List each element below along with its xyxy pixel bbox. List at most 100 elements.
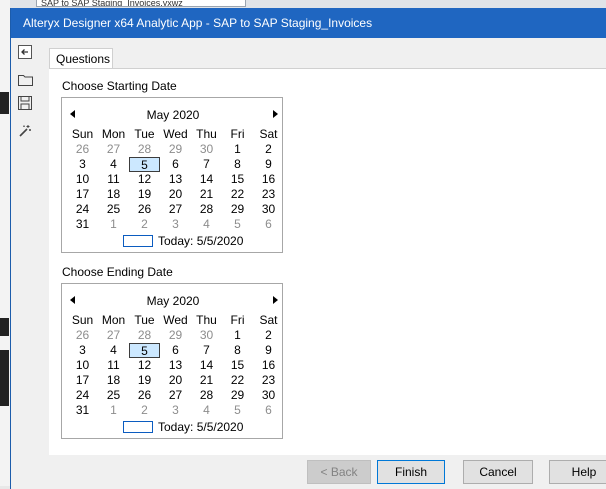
calendar-day[interactable]: 16 — [253, 358, 284, 373]
calendar-day[interactable]: 20 — [160, 187, 191, 202]
calendar-day[interactable]: 14 — [191, 172, 222, 187]
calendar-day-other-month[interactable]: 2 — [129, 403, 160, 418]
save-icon[interactable] — [16, 94, 34, 112]
calendar-day[interactable]: 13 — [160, 172, 191, 187]
calendar-day[interactable]: 4 — [98, 157, 129, 172]
finish-button[interactable]: Finish — [377, 460, 445, 484]
calendar-day[interactable]: 14 — [191, 358, 222, 373]
month-label[interactable]: May 2020 — [62, 108, 284, 122]
calendar-day[interactable]: 29 — [222, 388, 253, 403]
calendar-day[interactable]: 19 — [129, 373, 160, 388]
calendar-day[interactable]: 10 — [67, 358, 98, 373]
calendar-day-other-month[interactable]: 4 — [191, 403, 222, 418]
calendar-day[interactable]: 8 — [222, 343, 253, 358]
calendar-day-other-month[interactable]: 28 — [129, 328, 160, 343]
calendar-day[interactable]: 30 — [253, 202, 284, 217]
today-marker[interactable] — [123, 421, 153, 433]
calendar-day[interactable]: 6 — [160, 157, 191, 172]
calendar-day[interactable]: 2 — [253, 328, 284, 343]
start-date-calendar[interactable]: May 2020 Sun Mon Tue Wed Thu Fri Sat 26 27 28 29 30… — [61, 97, 283, 253]
calendar-day-other-month[interactable]: 30 — [191, 328, 222, 343]
calendar-day[interactable]: 15 — [222, 358, 253, 373]
calendar-day[interactable]: 25 — [98, 202, 129, 217]
calendar-day[interactable]: 22 — [222, 373, 253, 388]
back-arrow-icon[interactable] — [16, 43, 34, 61]
calendar-day[interactable]: 8 — [222, 157, 253, 172]
calendar-day[interactable]: 21 — [191, 373, 222, 388]
calendar-day[interactable]: 21 — [191, 187, 222, 202]
calendar-day-other-month[interactable]: 3 — [160, 403, 191, 418]
calendar-day[interactable]: 15 — [222, 172, 253, 187]
calendar-day-other-month[interactable]: 1 — [98, 217, 129, 232]
calendar-day[interactable]: 23 — [253, 187, 284, 202]
today-marker[interactable] — [123, 235, 153, 247]
calendar-day[interactable]: 17 — [67, 373, 98, 388]
calendar-day-other-month[interactable]: 6 — [253, 403, 284, 418]
next-month-button[interactable] — [270, 109, 280, 119]
calendar-day-other-month[interactable]: 27 — [98, 328, 129, 343]
month-label[interactable]: May 2020 — [62, 294, 284, 308]
calendar-day[interactable]: 26 — [129, 202, 160, 217]
calendar-day[interactable]: 30 — [253, 388, 284, 403]
calendar-day[interactable]: 11 — [98, 172, 129, 187]
calendar-day[interactable]: 1 — [222, 328, 253, 343]
next-month-button[interactable] — [270, 295, 280, 305]
calendar-day-other-month[interactable]: 2 — [129, 217, 160, 232]
back-button[interactable]: < Back — [307, 460, 371, 484]
calendar-day[interactable]: 23 — [253, 373, 284, 388]
calendar-day[interactable]: 24 — [67, 388, 98, 403]
calendar-day[interactable]: 9 — [253, 157, 284, 172]
calendar-day[interactable]: 25 — [98, 388, 129, 403]
calendar-day[interactable]: 28 — [191, 388, 222, 403]
calendar-day[interactable]: 3 — [67, 157, 98, 172]
end-date-calendar[interactable]: May 2020 Sun Mon Tue Wed Thu Fri Sat 26 27 28 29 30… — [61, 283, 283, 439]
calendar-day-other-month[interactable]: 4 — [191, 217, 222, 232]
calendar-day[interactable]: 22 — [222, 187, 253, 202]
calendar-day[interactable]: 28 — [191, 202, 222, 217]
calendar-day[interactable]: 3 — [67, 343, 98, 358]
calendar-day[interactable]: 26 — [129, 388, 160, 403]
calendar-day-other-month[interactable]: 29 — [160, 142, 191, 157]
calendar-day[interactable]: 7 — [191, 343, 222, 358]
calendar-day-other-month[interactable]: 29 — [160, 328, 191, 343]
calendar-day[interactable]: 9 — [253, 343, 284, 358]
calendar-day-other-month[interactable]: 28 — [129, 142, 160, 157]
magic-wand-icon[interactable] — [16, 122, 34, 140]
calendar-day[interactable]: 18 — [98, 187, 129, 202]
folder-icon[interactable] — [16, 70, 34, 88]
calendar-day-other-month[interactable]: 27 — [98, 142, 129, 157]
today-link[interactable]: Today: 5/5/2020 — [158, 234, 243, 248]
calendar-day[interactable]: 6 — [160, 343, 191, 358]
calendar-day[interactable]: 12 — [129, 172, 160, 187]
calendar-day-other-month[interactable]: 26 — [67, 142, 98, 157]
calendar-day[interactable]: 31 — [67, 403, 98, 418]
calendar-day[interactable]: 7 — [191, 157, 222, 172]
calendar-day[interactable]: 29 — [222, 202, 253, 217]
calendar-day[interactable]: 13 — [160, 358, 191, 373]
calendar-day[interactable]: 18 — [98, 373, 129, 388]
background-document-tab[interactable]: SAP to SAP Staging_Invoices.yxwz — [36, 0, 246, 7]
calendar-day[interactable]: 27 — [160, 202, 191, 217]
calendar-day-other-month[interactable]: 1 — [98, 403, 129, 418]
calendar-day-other-month[interactable]: 30 — [191, 142, 222, 157]
calendar-day[interactable]: 24 — [67, 202, 98, 217]
calendar-day-other-month[interactable]: 5 — [222, 403, 253, 418]
calendar-day[interactable]: 1 — [222, 142, 253, 157]
title-bar[interactable]: Alteryx Designer x64 Analytic App - SAP … — [11, 8, 606, 38]
calendar-day[interactable]: 17 — [67, 187, 98, 202]
calendar-day[interactable]: 11 — [98, 358, 129, 373]
calendar-day[interactable]: 12 — [129, 358, 160, 373]
calendar-day-other-month[interactable]: 6 — [253, 217, 284, 232]
calendar-day[interactable]: 2 — [253, 142, 284, 157]
tab-questions[interactable]: Questions — [49, 48, 113, 69]
calendar-day[interactable]: 19 — [129, 187, 160, 202]
calendar-day[interactable]: 20 — [160, 373, 191, 388]
calendar-day[interactable]: 31 — [67, 217, 98, 232]
calendar-day[interactable]: 5 — [129, 157, 160, 172]
calendar-day[interactable]: 4 — [98, 343, 129, 358]
help-button[interactable]: Help — [549, 460, 606, 484]
calendar-day[interactable]: 5 — [129, 343, 160, 358]
calendar-day[interactable]: 10 — [67, 172, 98, 187]
calendar-day-other-month[interactable]: 26 — [67, 328, 98, 343]
cancel-button[interactable]: Cancel — [463, 460, 533, 484]
